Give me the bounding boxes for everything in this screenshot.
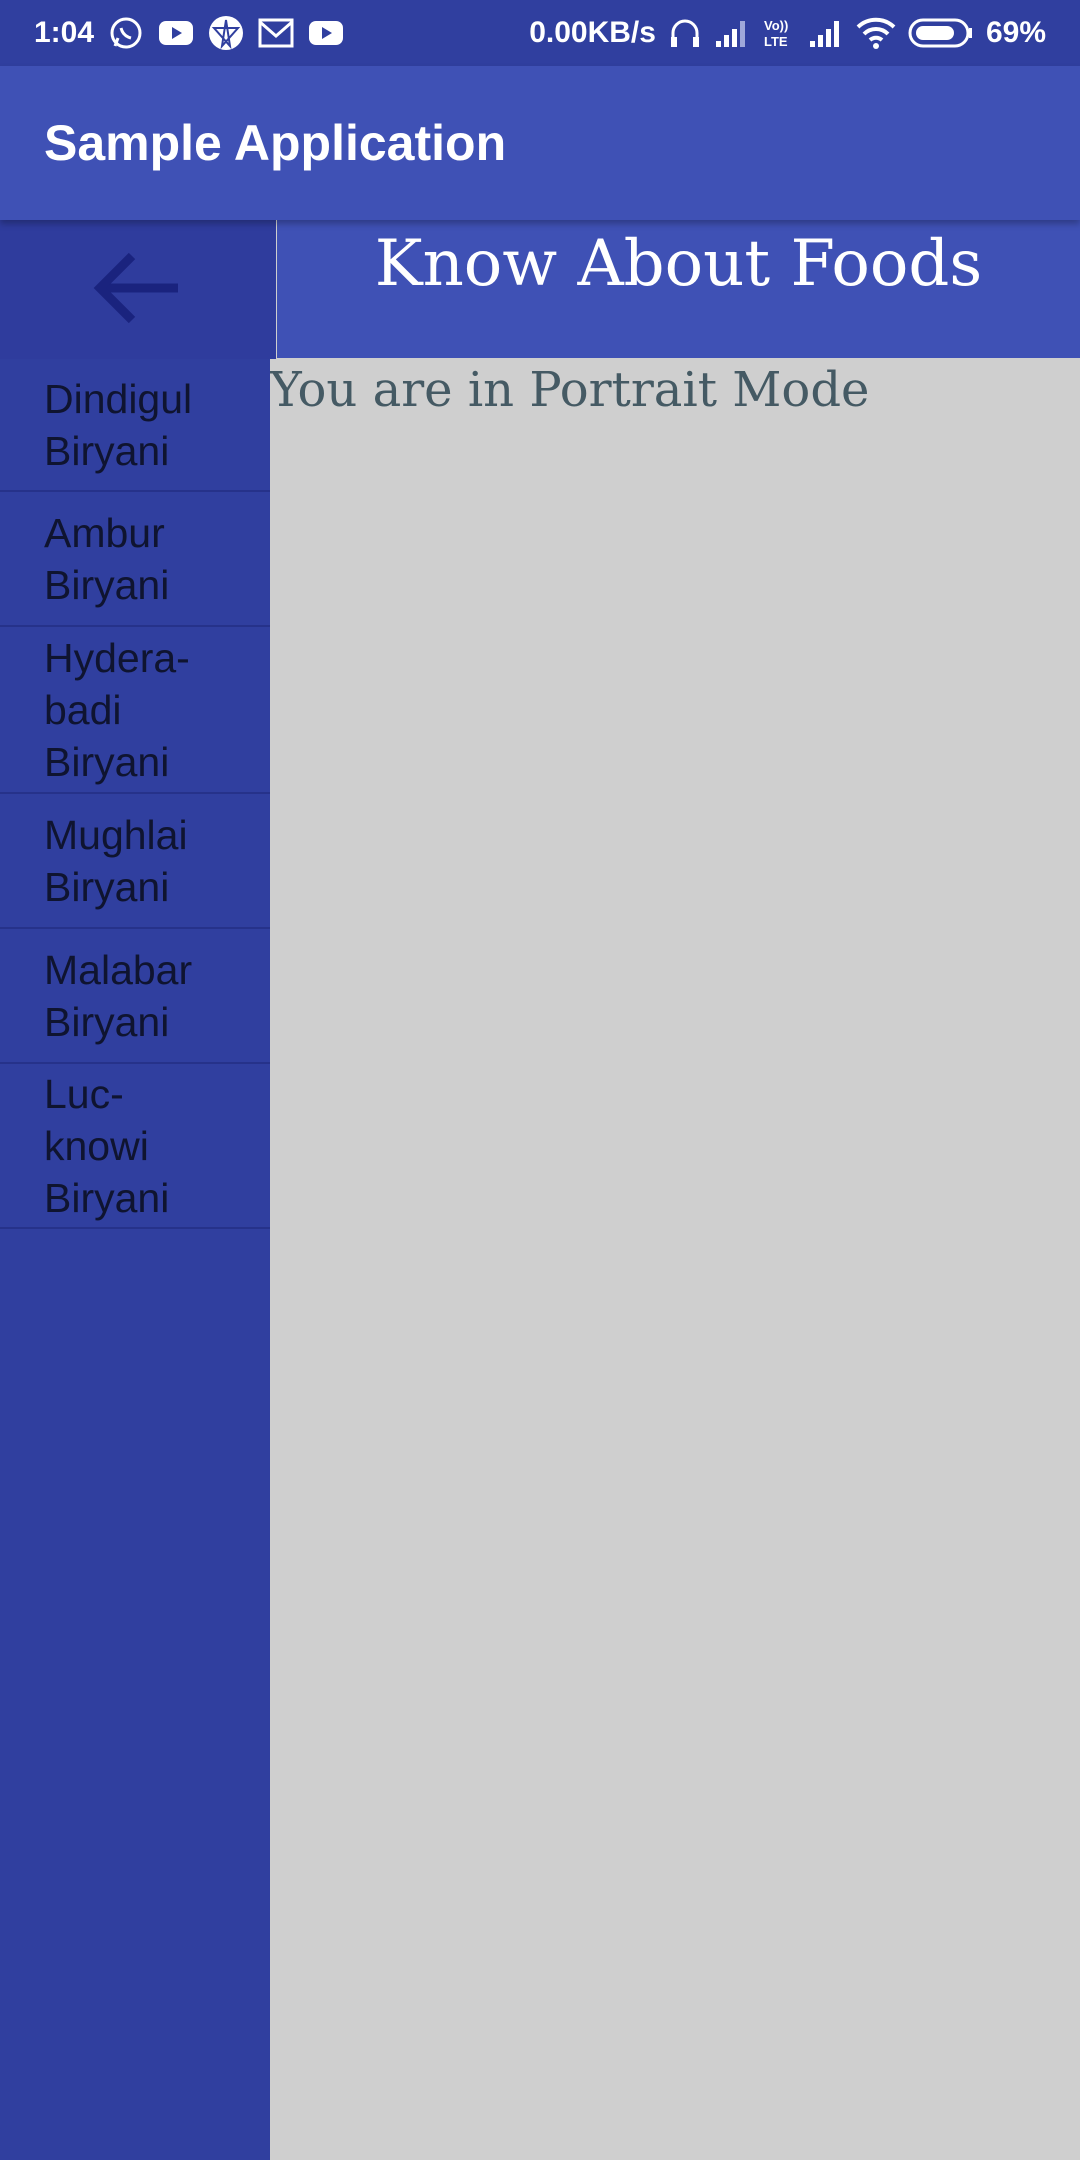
headset-icon bbox=[668, 15, 702, 51]
app-bar: Sample Application bbox=[0, 66, 1080, 220]
list-item-label: Dindigul Biryani bbox=[44, 375, 193, 474]
clock: 1:04 bbox=[34, 16, 95, 49]
list-item[interactable]: Dindigul Biryani bbox=[0, 359, 270, 492]
food-list: Dindigul Biryani Ambur Biryani Hydera- b… bbox=[0, 359, 270, 1229]
list-item-label: Luc- knowi Biryani bbox=[44, 1070, 170, 1221]
signal-icon bbox=[808, 17, 844, 49]
back-button[interactable] bbox=[0, 220, 276, 359]
content-header: Know About Foods bbox=[277, 220, 1080, 358]
whatsapp-icon bbox=[108, 15, 144, 51]
volte-icon: Vo)) LTE bbox=[762, 16, 796, 50]
status-bar: 1:04 0.00KB/s Vo)) LTE 69% bbox=[0, 0, 1080, 66]
youtube-icon bbox=[308, 19, 344, 47]
svg-text:LTE: LTE bbox=[764, 34, 788, 49]
content-title: Know About Foods bbox=[374, 227, 983, 301]
app-icon bbox=[208, 15, 244, 51]
youtube-icon bbox=[158, 19, 194, 47]
arrow-back-icon bbox=[90, 240, 186, 340]
wifi-icon bbox=[856, 17, 896, 49]
signal-icon bbox=[714, 17, 750, 49]
list-item-label: Malabar Biryani bbox=[44, 946, 193, 1045]
list-item[interactable]: Malabar Biryani bbox=[0, 929, 270, 1064]
list-item[interactable]: Mughlai Biryani bbox=[0, 794, 270, 929]
gmail-icon bbox=[258, 18, 294, 48]
network-speed: 0.00KB/s bbox=[529, 16, 656, 49]
content-area: Know About Foods You are in Portrait Mod… bbox=[270, 220, 1080, 2160]
app-title: Sample Application bbox=[44, 115, 507, 171]
battery-percent: 69% bbox=[985, 16, 1046, 49]
list-item-label: Hydera- badi Biryani bbox=[44, 634, 190, 785]
list-item-label: Ambur Biryani bbox=[44, 509, 170, 608]
orientation-message: You are in Portrait Mode bbox=[270, 362, 870, 418]
list-item[interactable]: Ambur Biryani bbox=[0, 492, 270, 627]
list-item[interactable]: Hydera- badi Biryani bbox=[0, 627, 270, 794]
list-item[interactable]: Luc- knowi Biryani bbox=[0, 1064, 270, 1229]
status-right: 0.00KB/s Vo)) LTE 69% bbox=[529, 15, 1046, 51]
battery-icon bbox=[908, 17, 974, 49]
list-item-label: Mughlai Biryani bbox=[44, 811, 188, 910]
sidebar: Dindigul Biryani Ambur Biryani Hydera- b… bbox=[0, 220, 276, 2160]
status-left: 1:04 bbox=[34, 15, 344, 51]
svg-text:Vo)): Vo)) bbox=[764, 18, 788, 33]
